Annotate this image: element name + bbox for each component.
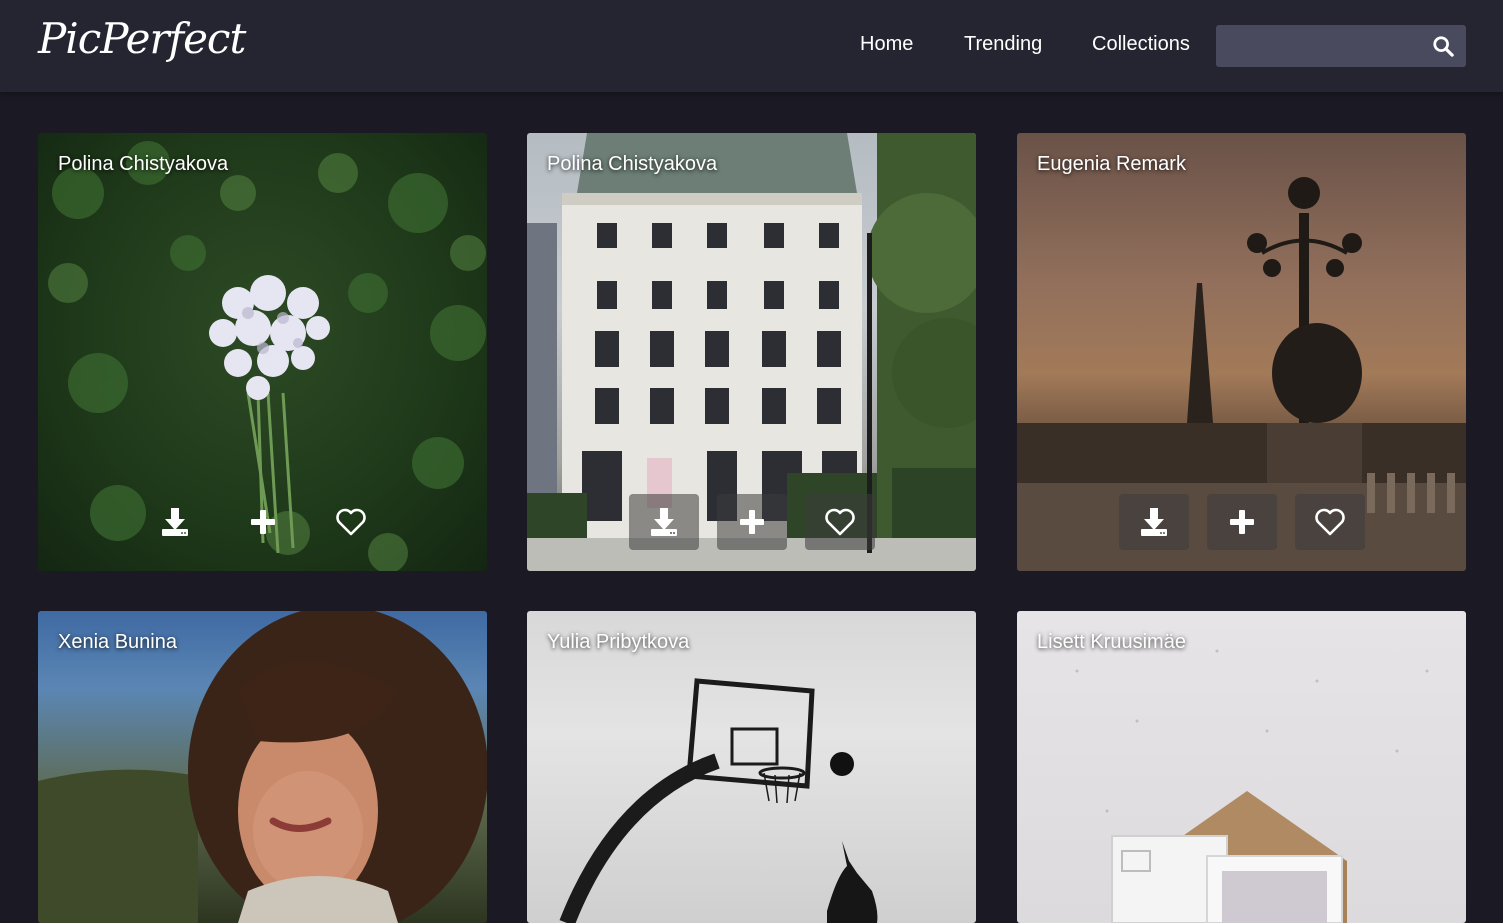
plus-icon: [739, 510, 764, 534]
heart-icon: [1314, 508, 1345, 536]
like-button[interactable]: [804, 494, 875, 550]
like-button[interactable]: [316, 494, 386, 550]
photo-card[interactable]: Lisett Kruusimäe: [1017, 611, 1466, 923]
photo-actions: [527, 494, 976, 550]
add-to-collection-button[interactable]: [716, 494, 787, 550]
photo-card[interactable]: Xenia Bunina: [38, 611, 487, 923]
photo-actions: [1017, 494, 1466, 550]
search-icon[interactable]: [1432, 35, 1454, 57]
author-name[interactable]: Xenia Bunina: [58, 631, 177, 654]
photo-image: [527, 611, 976, 923]
nav-home[interactable]: Home: [860, 33, 913, 56]
photo-card[interactable]: Polina Chistyakova: [38, 133, 487, 571]
add-to-collection-button[interactable]: [228, 494, 298, 550]
download-button[interactable]: [140, 494, 210, 550]
search-input[interactable]: [1216, 25, 1426, 67]
photo-image: [1017, 611, 1466, 923]
author-name[interactable]: Eugenia Remark: [1037, 153, 1186, 176]
nav-trending[interactable]: Trending: [964, 33, 1042, 56]
photo-card[interactable]: Polina Chistyakova: [527, 133, 976, 571]
download-icon: [650, 508, 677, 536]
author-name[interactable]: Lisett Kruusimäe: [1037, 631, 1186, 654]
nav-collections[interactable]: Collections: [1092, 33, 1190, 56]
search-bar: [1216, 25, 1466, 67]
heart-icon: [335, 508, 366, 536]
author-name[interactable]: Polina Chistyakova: [58, 153, 228, 176]
add-to-collection-button[interactable]: [1206, 494, 1277, 550]
plus-icon: [250, 510, 275, 534]
photo-card[interactable]: Eugenia Remark: [1017, 133, 1466, 571]
logo[interactable]: PicPerfect: [38, 14, 246, 63]
plus-icon: [1229, 510, 1254, 534]
author-name[interactable]: Yulia Pribytkova: [547, 631, 689, 654]
author-name[interactable]: Polina Chistyakova: [547, 153, 717, 176]
download-button[interactable]: [628, 494, 699, 550]
download-button[interactable]: [1118, 494, 1189, 550]
like-button[interactable]: [1294, 494, 1365, 550]
heart-icon: [824, 508, 855, 536]
photo-actions: [38, 494, 487, 550]
download-icon: [1140, 508, 1167, 536]
photo-card[interactable]: Yulia Pribytkova: [527, 611, 976, 923]
header: PicPerfect Home Trending Collections: [0, 0, 1503, 92]
photo-image: [38, 611, 487, 923]
download-icon: [161, 508, 188, 536]
